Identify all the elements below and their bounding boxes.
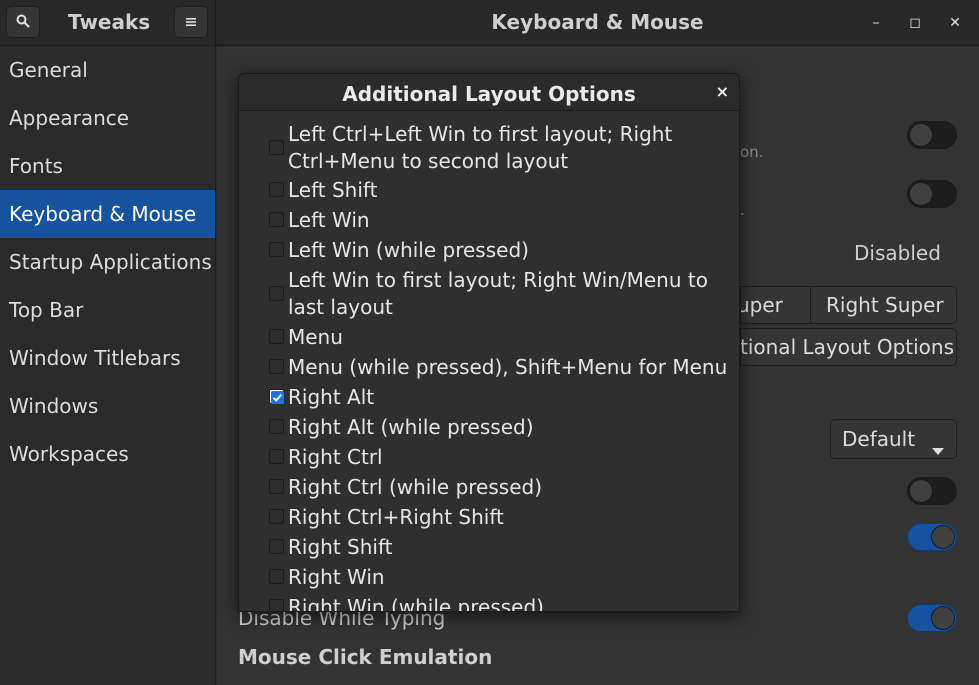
- checkbox[interactable]: [269, 449, 284, 464]
- option-label: Left Win to first layout; Right Win/Menu…: [288, 268, 708, 319]
- checkbox[interactable]: [269, 182, 284, 197]
- dialog-header: Additional Layout Options ×: [239, 74, 739, 111]
- switch-knob: [909, 182, 933, 206]
- options-list: Left Ctrl+Left Win to first layout; Righ…: [239, 112, 739, 611]
- option-label: Left Shift: [288, 178, 378, 202]
- header-bar: Tweaks Keyboard & Mouse – ◻ ✕: [0, 0, 979, 46]
- option-label: Right Alt (while pressed): [288, 415, 534, 439]
- sidebar-item-keyboard-mouse[interactable]: Keyboard & Mouse: [0, 190, 215, 238]
- list-item[interactable]: Left Shift: [269, 177, 719, 207]
- sidebar-header: Tweaks: [0, 0, 216, 46]
- right-super-button[interactable]: Right Super: [810, 286, 957, 324]
- app-title: Tweaks: [68, 10, 151, 34]
- option-label: Right Shift: [288, 535, 393, 559]
- option-label: Right Ctrl+Right Shift: [288, 505, 504, 529]
- minimize-button[interactable]: –: [865, 12, 887, 34]
- disable-while-typing-switch[interactable]: [907, 604, 957, 632]
- switch-knob: [909, 479, 933, 503]
- option-label: Right Alt: [288, 385, 375, 409]
- menu-button[interactable]: [174, 6, 208, 38]
- list-item[interactable]: Left Win to first layout; Right Win/Menu…: [269, 267, 719, 321]
- right-super-label: Right Super: [826, 293, 944, 317]
- left-super-button[interactable]: uper: [740, 286, 810, 324]
- sidebar-item-startup-applications[interactable]: Startup Applications: [0, 238, 215, 286]
- list-item[interactable]: Menu: [269, 324, 719, 354]
- sidebar-item-workspaces[interactable]: Workspaces: [0, 430, 215, 478]
- close-icon: ×: [715, 82, 729, 101]
- additional-layout-options-button[interactable]: tional Layout Options: [740, 328, 957, 366]
- maximize-icon: ◻: [909, 15, 921, 31]
- checkbox[interactable]: [269, 569, 284, 584]
- option-label: Right Win: [288, 565, 385, 589]
- switch-knob: [931, 606, 955, 630]
- toggle-switch-2[interactable]: [907, 180, 957, 208]
- switch-knob: [909, 123, 933, 147]
- minimize-icon: –: [872, 15, 880, 31]
- checkbox[interactable]: [269, 389, 284, 404]
- option-label: Right Win (while pressed): [288, 595, 544, 611]
- toggle-switch-3[interactable]: [907, 477, 957, 505]
- dropdown-arrow-icon: [932, 436, 944, 458]
- close-icon: ✕: [949, 15, 961, 31]
- list-item[interactable]: Right Alt (while pressed): [269, 414, 719, 444]
- option-label: Right Ctrl: [288, 445, 383, 469]
- checkbox[interactable]: [269, 286, 284, 301]
- additional-layout-options-label: tional Layout Options: [740, 335, 954, 359]
- checkbox[interactable]: [269, 329, 284, 344]
- default-select[interactable]: Default: [830, 419, 957, 459]
- switch-knob: [931, 525, 955, 549]
- additional-layout-options-dialog: Additional Layout Options × Left Ctrl+Le…: [238, 73, 740, 612]
- option-label: Menu: [288, 325, 343, 349]
- checkbox[interactable]: [269, 599, 284, 611]
- checkbox[interactable]: [269, 419, 284, 434]
- sidebar-item-windows[interactable]: Windows: [0, 382, 215, 430]
- checkbox[interactable]: [269, 359, 284, 374]
- option-label: Right Ctrl (while pressed): [288, 475, 543, 499]
- checkbox[interactable]: [269, 479, 284, 494]
- dialog-title: Additional Layout Options: [342, 82, 636, 106]
- setting-hint: .: [740, 201, 745, 219]
- checkbox[interactable]: [269, 212, 284, 227]
- toggle-switch-1[interactable]: [907, 121, 957, 149]
- left-super-label: uper: [740, 293, 783, 317]
- search-icon: [16, 13, 30, 32]
- hamburger-menu-icon: [185, 13, 197, 32]
- list-item[interactable]: Right Ctrl: [269, 444, 719, 474]
- option-label: Left Win (while pressed): [288, 238, 529, 262]
- disabled-value: Disabled: [854, 241, 941, 265]
- sidebar-item-appearance[interactable]: Appearance: [0, 94, 215, 142]
- sidebar-item-window-titlebars[interactable]: Window Titlebars: [0, 334, 215, 382]
- toggle-switch-4[interactable]: [907, 523, 957, 551]
- option-label: Left Ctrl+Left Win to first layout; Righ…: [288, 122, 673, 173]
- sidebar: General Appearance Fonts Keyboard & Mous…: [0, 46, 216, 685]
- dialog-close-button[interactable]: ×: [716, 82, 729, 101]
- list-item[interactable]: Right Shift: [269, 534, 719, 564]
- maximize-button[interactable]: ◻: [904, 12, 926, 34]
- list-item[interactable]: Left Ctrl+Left Win to first layout; Righ…: [269, 121, 719, 175]
- sidebar-item-fonts[interactable]: Fonts: [0, 142, 215, 190]
- close-button[interactable]: ✕: [944, 12, 966, 34]
- list-item[interactable]: Right Alt: [269, 384, 719, 414]
- checkbox[interactable]: [269, 509, 284, 524]
- checkbox[interactable]: [269, 140, 284, 155]
- list-item[interactable]: Left Win: [269, 207, 719, 237]
- option-label: Menu (while pressed), Shift+Menu for Men…: [288, 355, 728, 379]
- sidebar-item-top-bar[interactable]: Top Bar: [0, 286, 215, 334]
- list-item[interactable]: Right Win (while pressed): [269, 594, 719, 611]
- mouse-click-emulation-heading: Mouse Click Emulation: [238, 645, 493, 669]
- sidebar-item-general[interactable]: General: [0, 46, 215, 94]
- option-label: Left Win: [288, 208, 370, 232]
- list-item[interactable]: Right Ctrl (while pressed): [269, 474, 719, 504]
- default-select-value: Default: [842, 427, 916, 451]
- list-item[interactable]: Left Win (while pressed): [269, 237, 719, 267]
- list-item[interactable]: Right Ctrl+Right Shift: [269, 504, 719, 534]
- setting-hint: on.: [740, 143, 764, 161]
- checkbox[interactable]: [269, 539, 284, 554]
- checkbox[interactable]: [269, 242, 284, 257]
- checkmark-icon: [271, 391, 284, 404]
- list-item[interactable]: Menu (while pressed), Shift+Menu for Men…: [269, 354, 727, 384]
- search-button[interactable]: [6, 6, 40, 38]
- list-item[interactable]: Right Win: [269, 564, 719, 594]
